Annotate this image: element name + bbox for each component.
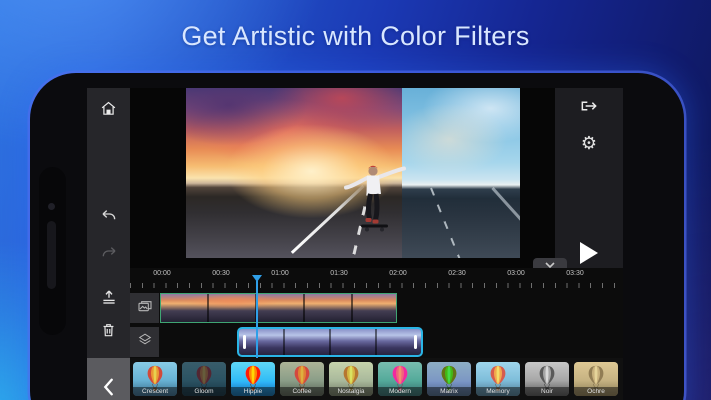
- timeline-ruler-ticks[interactable]: [130, 283, 623, 288]
- video-preview-area: [130, 88, 555, 268]
- export-icon: [579, 98, 599, 119]
- filter-item-memory[interactable]: Memory: [476, 362, 520, 396]
- ruler-label: 00:00: [153, 270, 171, 277]
- filter-name: Hippie: [231, 387, 275, 396]
- filter-item-crescent[interactable]: Crescent: [133, 362, 177, 396]
- left-toolbar: [87, 88, 130, 358]
- ruler-label: 03:00: [507, 270, 525, 277]
- filter-name: Matrix: [427, 387, 471, 396]
- banner-title: Get Artistic with Color Filters: [0, 21, 711, 52]
- filter-name: Coffee: [280, 387, 324, 396]
- filter-item-coffee[interactable]: Coffee: [280, 362, 324, 396]
- undo-button[interactable]: [87, 198, 130, 232]
- ruler-label: 01:30: [330, 270, 348, 277]
- collapse-panel-button[interactable]: [87, 358, 130, 400]
- filter-item-modern[interactable]: Modern: [378, 362, 422, 396]
- filter-item-ochre[interactable]: Ochre: [574, 362, 618, 396]
- filter-name: Nostalgia: [329, 387, 373, 396]
- filter-name: Gloom: [182, 387, 226, 396]
- ruler-label: 02:00: [389, 270, 407, 277]
- video-clip[interactable]: [160, 293, 397, 323]
- ruler-label: 03:30: [566, 270, 584, 277]
- filter-item-nostalgia[interactable]: Nostalgia: [329, 362, 373, 396]
- trash-icon: [100, 321, 117, 339]
- settings-gear-icon: ⚙: [581, 133, 597, 154]
- redo-button[interactable]: [87, 235, 130, 269]
- preview-image: [186, 88, 520, 258]
- back-chevron-icon: [101, 377, 116, 400]
- upload-icon: [100, 288, 118, 306]
- home-icon: [100, 100, 117, 117]
- app-screen: ⚙ 00:00 00:30 01:00 01:30 02:00 02:30 03…: [87, 88, 623, 400]
- filter-item-gloom[interactable]: Gloom: [182, 362, 226, 396]
- upload-button[interactable]: [87, 280, 130, 314]
- play-icon: [580, 242, 598, 264]
- trash-button[interactable]: [87, 313, 130, 347]
- effect-track-header[interactable]: [130, 327, 159, 357]
- undo-icon: [100, 208, 118, 223]
- filter-name: Noir: [525, 387, 569, 396]
- original-side-cool: [402, 88, 520, 258]
- speaker-pill: [47, 221, 56, 289]
- ruler-label: 00:30: [212, 270, 230, 277]
- filter-name: Memory: [476, 387, 520, 396]
- media-icon: [137, 299, 153, 318]
- filter-clip-selected[interactable]: [237, 327, 423, 357]
- layers-icon: [137, 332, 153, 352]
- video-track-header[interactable]: [130, 293, 159, 323]
- ruler-label: 02:30: [448, 270, 466, 277]
- redo-icon: [100, 245, 118, 260]
- phone-frame: ⚙ 00:00 00:30 01:00 01:30 02:00 02:30 03…: [30, 73, 684, 400]
- timeline[interactable]: 00:00 00:30 01:00 01:30 02:00 02:30 03:0…: [130, 268, 623, 400]
- camera-dot: [48, 203, 55, 210]
- ruler-label: 01:00: [271, 270, 289, 277]
- filter-item-noir[interactable]: Noir: [525, 362, 569, 396]
- settings-button[interactable]: ⚙: [555, 126, 623, 160]
- playhead[interactable]: [256, 281, 258, 358]
- filter-name: Modern: [378, 387, 422, 396]
- filter-preset-strip: Crescent Gloom Hippie Coffee: [130, 358, 623, 400]
- filter-item-matrix[interactable]: Matrix: [427, 362, 471, 396]
- export-button[interactable]: [555, 91, 623, 125]
- filter-name: Crescent: [133, 387, 177, 396]
- right-toolbar: ⚙: [555, 88, 623, 270]
- home-button[interactable]: [87, 91, 130, 125]
- skateboarder-figure: [343, 162, 407, 236]
- filter-name: Ochre: [574, 387, 618, 396]
- filter-item-hippie[interactable]: Hippie: [231, 362, 275, 396]
